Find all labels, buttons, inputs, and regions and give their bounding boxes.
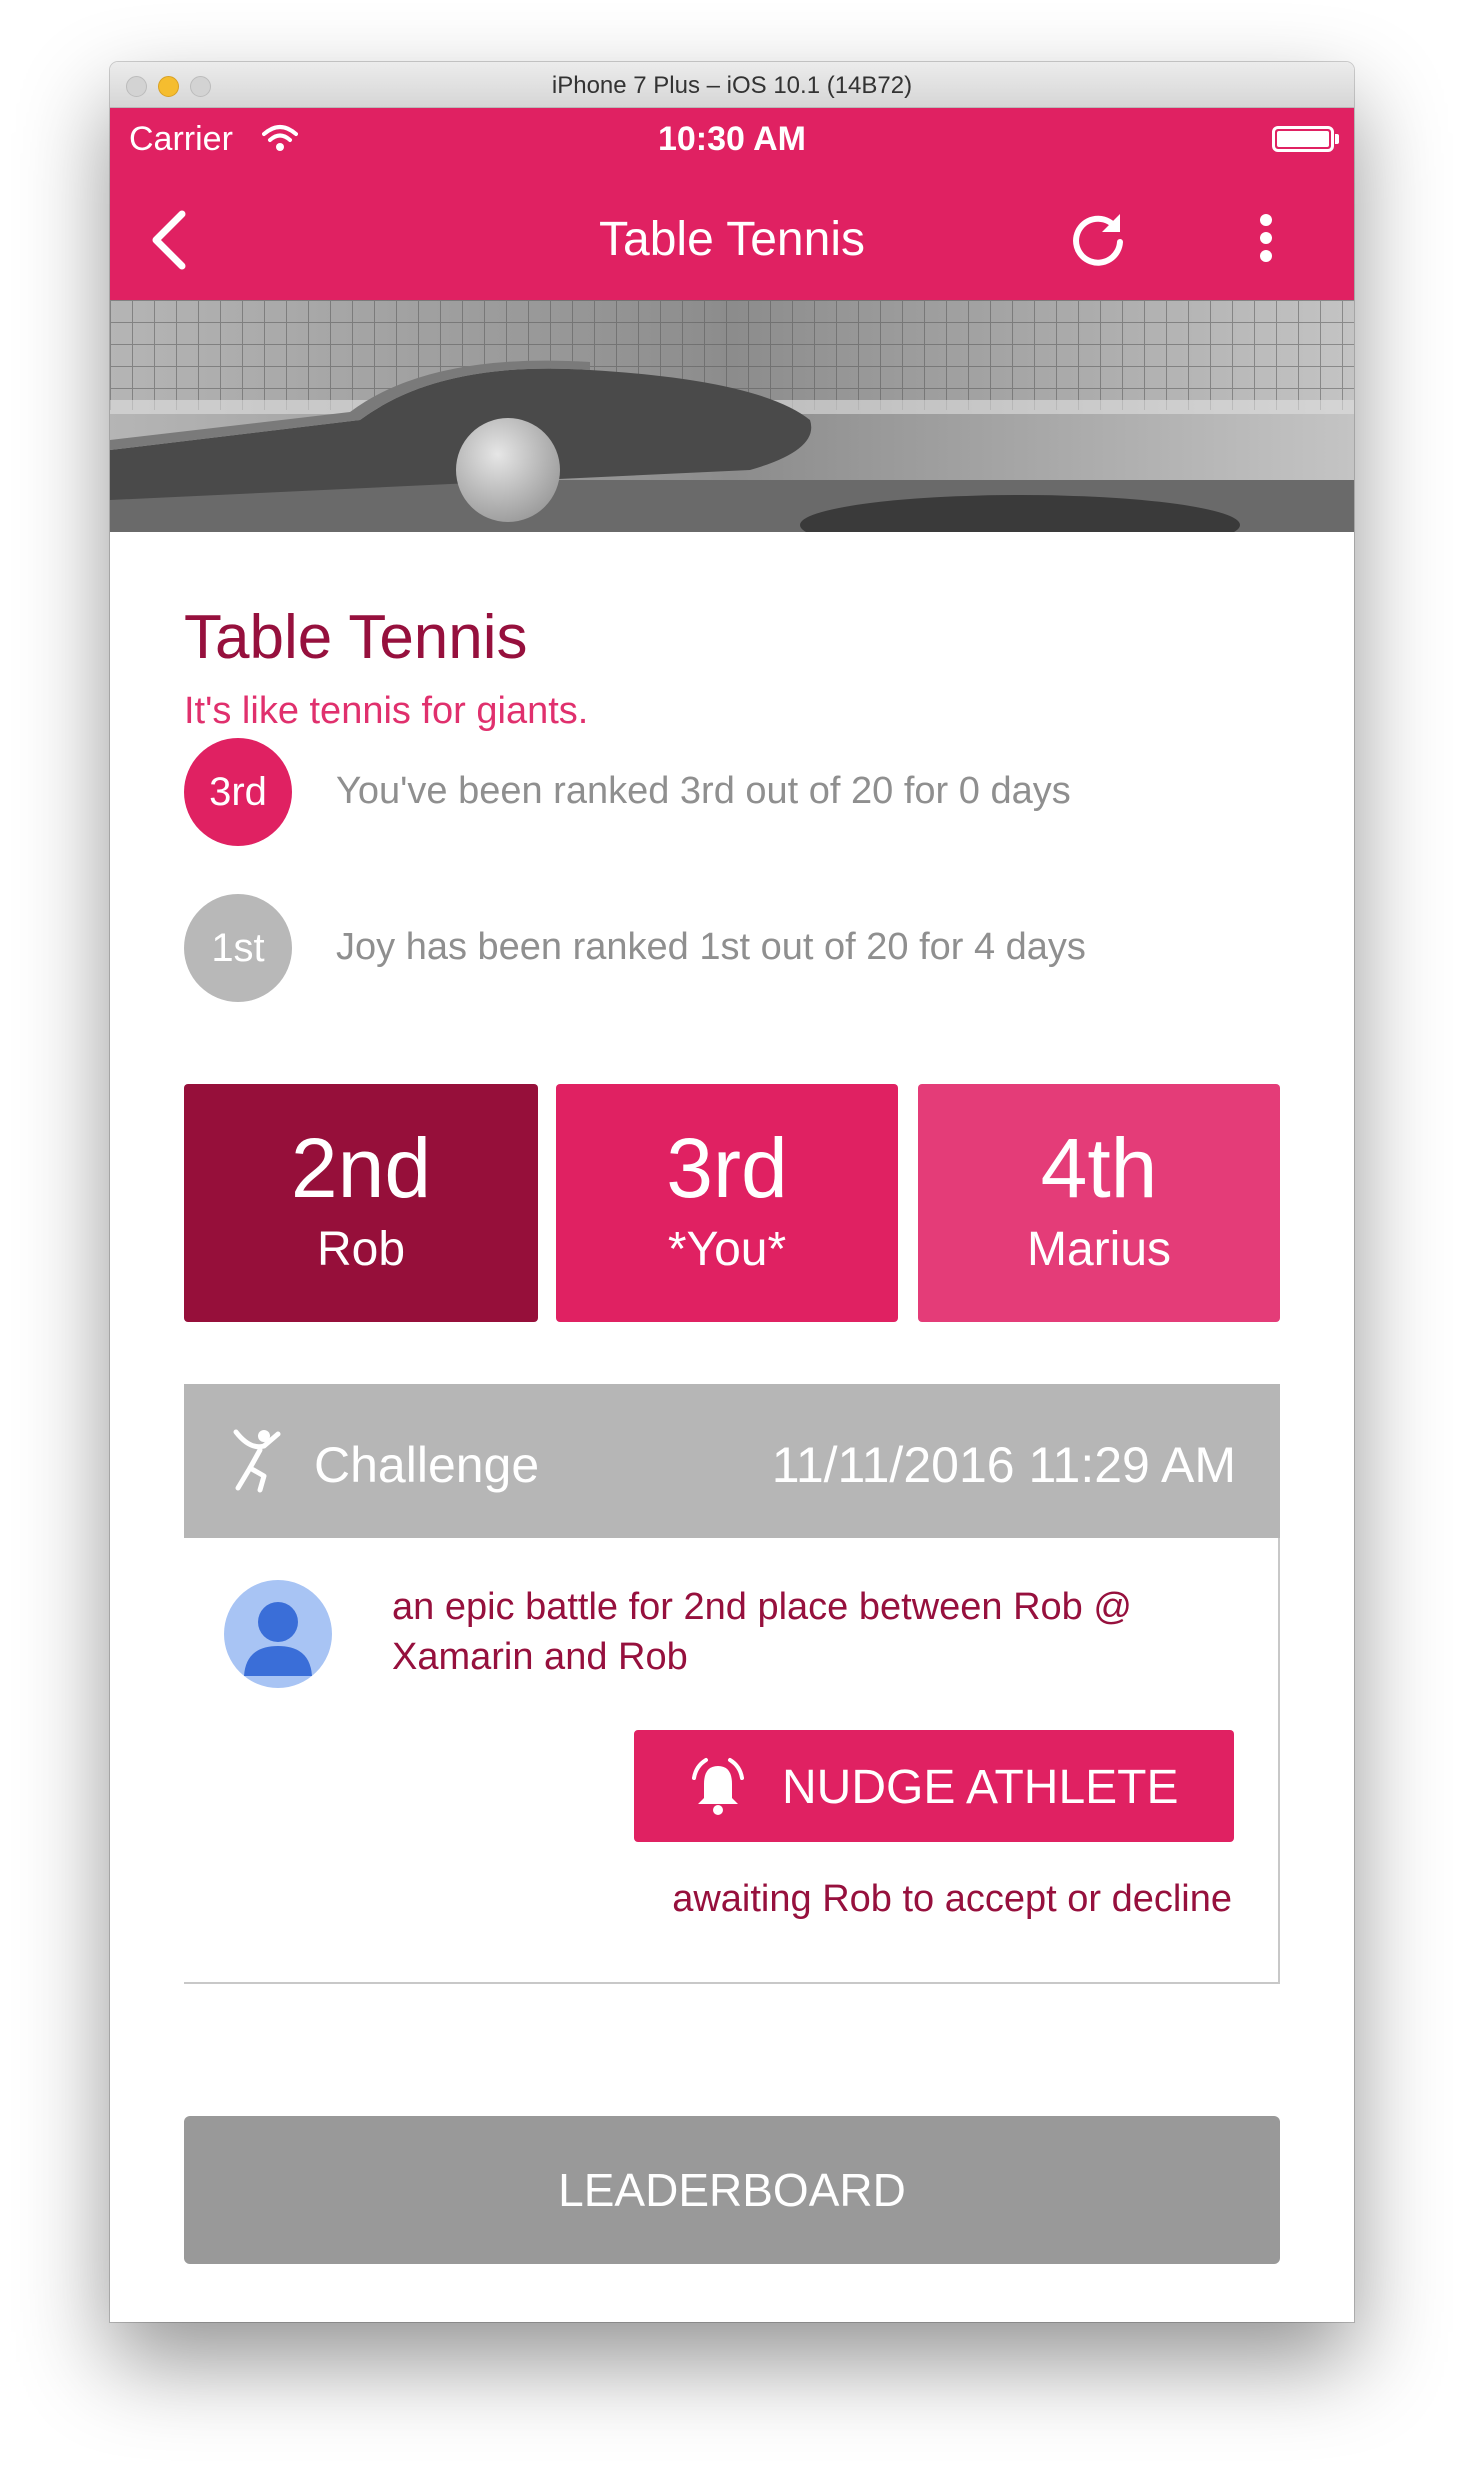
app-bar: Carrier 10:30 AM Table Tennis <box>110 108 1354 300</box>
alarm-bell-icon <box>686 1756 750 1820</box>
challenge-description: an epic battle for 2nd place between Rob… <box>392 1586 1132 1678</box>
tile-athlete-name: Rob <box>316 1223 406 1276</box>
status-bar: Carrier 10:30 AM <box>110 108 1354 172</box>
refresh-icon <box>1073 214 1123 266</box>
status-time: 10:30 AM <box>657 120 807 158</box>
phone-screen: Carrier 10:30 AM Table Tennis Table Tenn… <box>110 108 1354 2322</box>
rank-tile-below[interactable]: 4th Marius <box>918 1084 1280 1322</box>
tile-athlete-name: Marius <box>1026 1223 1172 1276</box>
more-options-button[interactable] <box>1246 206 1286 270</box>
rank-tile-above[interactable]: 2nd Rob <box>184 1084 538 1322</box>
league-tagline: It's like tennis for giants. <box>184 690 589 732</box>
league-title: Table Tennis <box>184 603 528 672</box>
your-rank-text: You've been ranked 3rd out of 20 for 0 d… <box>336 770 1071 812</box>
leader-rank-badge: 1st <box>184 894 292 1002</box>
challenge-date: 11/11/2016 11:29 AM <box>771 1437 1236 1493</box>
window-title: iPhone 7 Plus – iOS 10.1 (14B72) <box>551 72 913 99</box>
nudge-athlete-label: NUDGE ATHLETE <box>782 1761 1179 1814</box>
challenge-card[interactable]: Challenge 11/11/2016 11:29 AM an epic ba… <box>184 1384 1280 1984</box>
nav-title: Table Tennis <box>599 213 865 266</box>
battery-icon <box>1272 126 1339 152</box>
leaderboard-button[interactable]: LEADERBOARD <box>184 2116 1280 2264</box>
tile-rank: 2nd <box>290 1121 432 1215</box>
challenge-label: Challenge <box>314 1437 540 1493</box>
tile-athlete-name: *You* <box>667 1223 787 1276</box>
tile-rank: 4th <box>1040 1121 1158 1215</box>
athlete-icon <box>230 1428 284 1494</box>
simulator-window: iPhone 7 Plus – iOS 10.1 (14B72) Carrier… <box>110 62 1354 2322</box>
tile-rank: 3rd <box>666 1121 788 1215</box>
window-titlebar: iPhone 7 Plus – iOS 10.1 (14B72) <box>110 62 1354 108</box>
challenge-header: Challenge 11/11/2016 11:29 AM <box>184 1384 1280 1538</box>
refresh-button[interactable] <box>1066 206 1130 270</box>
leader-rank-text: Joy has been ranked 1st out of 20 for 4 … <box>336 926 1086 968</box>
person-icon <box>244 1602 312 1676</box>
rank-tile-you[interactable]: 3rd *You* <box>556 1084 898 1322</box>
your-rank-badge: 3rd <box>184 738 292 846</box>
more-vertical-icon <box>1260 214 1272 262</box>
challenge-status: awaiting Rob to accept or decline <box>672 1878 1232 1920</box>
avatar <box>224 1580 332 1688</box>
nudge-athlete-button[interactable]: NUDGE ATHLETE <box>634 1730 1234 1842</box>
hero-image <box>110 300 1354 532</box>
